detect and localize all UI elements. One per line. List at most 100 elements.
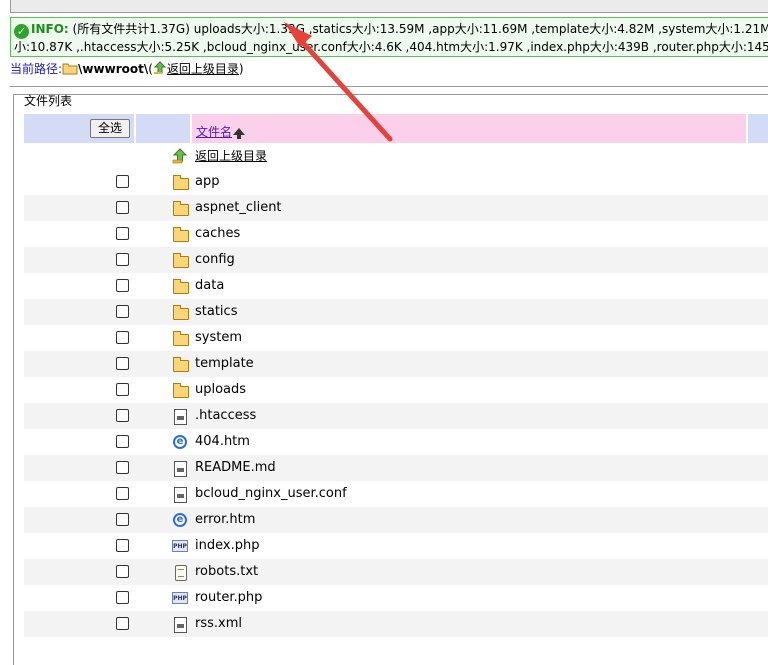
header-name-cell: 文件名 <box>192 114 746 143</box>
file-name-link[interactable]: 404.htm <box>195 434 250 450</box>
paren-close: ) <box>238 62 244 76</box>
file-row[interactable]: config <box>24 247 768 273</box>
sort-up-arrow-icon <box>233 128 246 139</box>
row-checkbox[interactable] <box>116 461 129 474</box>
row-checkbox[interactable] <box>116 591 129 604</box>
file-list-legend: 文件列表 <box>22 94 75 108</box>
file-icon <box>172 486 188 503</box>
info-panel: ✓ INFO: (所有文件共计1.37G) uploads大小:1.33G ,st… <box>10 17 768 57</box>
row-checkbox[interactable] <box>116 305 129 318</box>
file-row[interactable]: aspnet_client <box>24 195 768 221</box>
file-icon <box>172 460 188 477</box>
file-name-link[interactable]: caches <box>195 226 240 242</box>
file-row[interactable]: robots.txt <box>24 559 768 585</box>
file-name-link[interactable]: aspnet_client <box>195 200 282 216</box>
folder-icon <box>172 278 189 294</box>
file-name-link[interactable]: error.htm <box>195 512 255 528</box>
file-row[interactable]: PHP router.php <box>24 585 768 611</box>
file-name-link[interactable]: router.php <box>195 590 262 606</box>
file-name-link[interactable]: robots.txt <box>195 564 258 580</box>
parent-directory-row[interactable]: 返回上级目录 <box>24 143 768 169</box>
file-row[interactable]: app <box>24 169 768 195</box>
folder-icon <box>172 200 189 216</box>
sort-by-name-link[interactable]: 文件名 <box>196 123 246 140</box>
file-row[interactable]: template <box>24 351 768 377</box>
row-checkbox[interactable] <box>116 539 129 552</box>
row-checkbox[interactable] <box>116 227 129 240</box>
php-file-icon: PHP <box>172 590 188 606</box>
folder-icon <box>172 226 189 242</box>
folder-icon <box>172 330 189 346</box>
html-file-icon: e <box>172 512 188 528</box>
divider <box>10 86 768 87</box>
file-row[interactable]: .htaccess <box>24 403 768 429</box>
file-icon <box>172 408 188 425</box>
name-header-label: 文件名 <box>196 125 233 139</box>
row-checkbox[interactable] <box>116 487 129 500</box>
top-toolbar <box>10 0 768 13</box>
parent-directory-icon <box>172 148 188 164</box>
row-checkbox[interactable] <box>116 357 129 370</box>
file-name-link[interactable]: app <box>195 174 219 190</box>
file-row[interactable]: caches <box>24 221 768 247</box>
folder-icon <box>172 304 189 320</box>
current-path-bar: 当前路径: \wwwroot\( 返回上级目录) <box>10 61 244 77</box>
file-row[interactable]: uploads <box>24 377 768 403</box>
row-checkbox[interactable] <box>116 201 129 214</box>
file-name-link[interactable]: config <box>195 252 235 268</box>
file-name-link[interactable]: template <box>195 356 254 372</box>
row-checkbox[interactable] <box>116 513 129 526</box>
info-label: INFO: <box>31 22 69 36</box>
file-row[interactable]: rss.xml <box>24 611 768 637</box>
file-table: 全选 文件名 返回上级目录 app aspnet_clientcaches conf… <box>24 114 768 637</box>
folder-icon <box>172 356 189 372</box>
info-line-1: (所有文件共计1.37G) uploads大小:1.33G ,statics大小… <box>68 22 768 36</box>
current-path-label: 当前路径: <box>10 62 63 76</box>
file-name-link[interactable]: rss.xml <box>195 616 242 632</box>
folder-icon <box>62 63 78 75</box>
html-file-icon: e <box>172 434 188 450</box>
file-name-link[interactable]: index.php <box>195 538 259 554</box>
file-row[interactable]: README.md <box>24 455 768 481</box>
row-checkbox[interactable] <box>116 409 129 422</box>
row-checkbox[interactable] <box>116 435 129 448</box>
file-name-link[interactable]: data <box>195 278 224 294</box>
file-name-link[interactable]: statics <box>195 304 237 320</box>
folder-icon <box>172 252 189 268</box>
table-header: 全选 文件名 <box>24 114 768 143</box>
file-row[interactable]: PHP index.php <box>24 533 768 559</box>
file-name-link[interactable]: bcloud_nginx_user.conf <box>195 486 347 502</box>
row-checkbox[interactable] <box>116 279 129 292</box>
file-row[interactable]: system <box>24 325 768 351</box>
folder-icon <box>172 382 189 398</box>
file-name-link[interactable]: uploads <box>195 382 246 398</box>
file-row[interactable]: e 404.htm <box>24 429 768 455</box>
file-row[interactable]: data <box>24 273 768 299</box>
header-select-cell: 全选 <box>24 114 134 143</box>
folder-icon <box>172 174 189 190</box>
text-file-icon <box>172 564 188 581</box>
parent-directory-icon <box>153 61 167 74</box>
file-row[interactable]: e error.htm <box>24 507 768 533</box>
success-check-icon: ✓ <box>14 24 29 39</box>
file-name-link[interactable]: README.md <box>195 460 276 476</box>
header-icon-cell <box>136 114 190 143</box>
row-checkbox[interactable] <box>116 617 129 630</box>
current-path: \wwwroot\ <box>78 62 149 76</box>
row-checkbox[interactable] <box>116 253 129 266</box>
file-icon <box>172 616 188 633</box>
row-checkbox[interactable] <box>116 383 129 396</box>
file-name-link[interactable]: system <box>195 330 242 346</box>
header-extra-cell <box>748 114 768 143</box>
file-row[interactable]: bcloud_nginx_user.conf <box>24 481 768 507</box>
file-name-link[interactable]: .htaccess <box>195 408 256 424</box>
file-row[interactable]: statics <box>24 299 768 325</box>
row-checkbox[interactable] <box>116 331 129 344</box>
info-line-2: 小:10.87K ,.htaccess大小:5.25K ,bcloud_ngin… <box>14 40 768 54</box>
parent-directory-link[interactable]: 返回上级目录 <box>195 148 267 164</box>
row-checkbox[interactable] <box>116 565 129 578</box>
parent-directory-link[interactable]: 返回上级目录 <box>167 62 239 76</box>
row-checkbox[interactable] <box>116 175 129 188</box>
select-all-button[interactable]: 全选 <box>90 119 130 138</box>
php-file-icon: PHP <box>172 538 188 554</box>
